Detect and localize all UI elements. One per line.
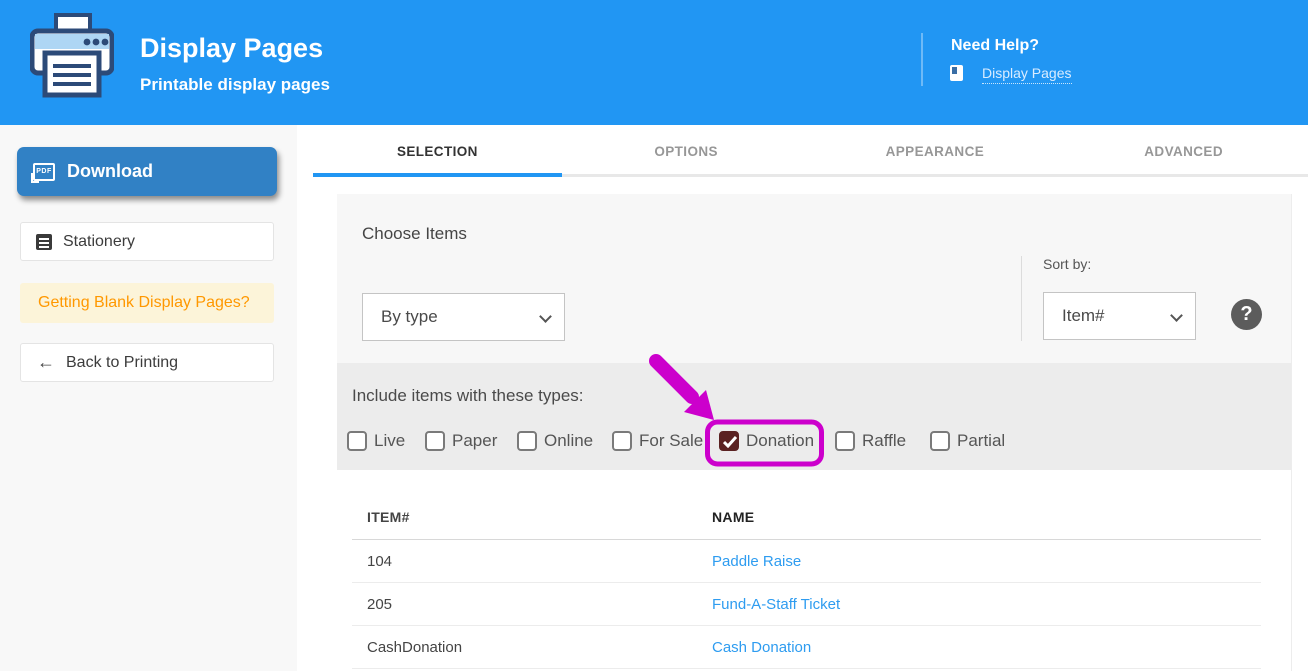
checkbox-online[interactable]: Online <box>517 431 593 451</box>
tab-options[interactable]: OPTIONS <box>562 125 811 177</box>
main-content: SELECTION OPTIONS APPEARANCE ADVANCED Ch… <box>297 125 1308 671</box>
download-button[interactable]: PDF Download <box>17 147 277 196</box>
checkbox-icon <box>517 431 537 451</box>
sort-divider <box>1021 256 1022 341</box>
help-icon[interactable]: ? <box>1231 299 1262 330</box>
column-header-item: ITEM# <box>352 509 712 525</box>
item-number: 205 <box>352 596 712 613</box>
checkbox-label: Live <box>374 431 405 451</box>
checkbox-partial[interactable]: Partial <box>930 431 1005 451</box>
sort-by-value: Item# <box>1062 306 1105 326</box>
tab-appearance[interactable]: APPEARANCE <box>811 125 1060 177</box>
item-name-link[interactable]: Cash Donation <box>712 639 811 656</box>
checkbox-icon <box>425 431 445 451</box>
stationery-button[interactable]: Stationery <box>20 222 274 261</box>
group-by-select[interactable]: By type <box>362 293 565 341</box>
book-icon <box>950 65 963 81</box>
sort-by-label: Sort by: <box>1043 256 1091 272</box>
header-divider <box>921 33 923 86</box>
checkbox-label: Online <box>544 431 593 451</box>
items-table: ITEM# NAME 104 Paddle Raise 205 Fund-A-S… <box>352 470 1261 669</box>
checkbox-label: For Sale <box>639 431 703 451</box>
page-title: Display Pages <box>140 33 323 64</box>
selection-panel: Choose Items By type Sort by: Item# ? In… <box>337 194 1292 671</box>
checkbox-label: Donation <box>746 431 814 451</box>
tab-selection[interactable]: SELECTION <box>313 125 562 177</box>
choose-items-section: Choose Items By type Sort by: Item# ? <box>337 194 1291 363</box>
sort-by-select[interactable]: Item# <box>1043 292 1196 340</box>
back-to-printing-button[interactable]: ← Back to Printing <box>20 343 274 382</box>
group-by-value: By type <box>381 307 438 327</box>
items-table-section: ITEM# NAME 104 Paddle Raise 205 Fund-A-S… <box>337 470 1291 669</box>
item-number: 104 <box>352 553 712 570</box>
sidebar: PDF Download Stationery Getting Blank Di… <box>0 125 297 671</box>
help-display-pages-link[interactable]: Display Pages <box>982 65 1072 84</box>
checkbox-label: Partial <box>957 431 1005 451</box>
blank-pages-link[interactable]: Getting Blank Display Pages? <box>20 283 274 323</box>
table-row: 104 Paddle Raise <box>352 540 1261 583</box>
tab-bar: SELECTION OPTIONS APPEARANCE ADVANCED <box>297 125 1308 177</box>
checkbox-icon <box>930 431 950 451</box>
chevron-down-icon <box>1170 309 1183 322</box>
tab-advanced[interactable]: ADVANCED <box>1059 125 1308 177</box>
choose-items-heading: Choose Items <box>362 224 467 244</box>
checkbox-live[interactable]: Live <box>347 431 405 451</box>
active-tab-underline <box>313 173 562 177</box>
stationery-icon <box>36 234 52 250</box>
checkbox-icon <box>835 431 855 451</box>
chevron-down-icon <box>539 310 552 323</box>
table-row: CashDonation Cash Donation <box>352 626 1261 669</box>
need-help-heading: Need Help? <box>951 37 1039 55</box>
checkbox-label: Paper <box>452 431 497 451</box>
table-row: 205 Fund-A-Staff Ticket <box>352 583 1261 626</box>
back-arrow-icon: ← <box>37 352 55 373</box>
download-label: Download <box>67 161 153 182</box>
page-subtitle: Printable display pages <box>140 75 330 95</box>
checkbox-donation[interactable]: Donation <box>719 431 814 451</box>
stationery-label: Stationery <box>63 233 135 251</box>
checkbox-paper[interactable]: Paper <box>425 431 497 451</box>
checkbox-label: Raffle <box>862 431 906 451</box>
types-label: Include items with these types: <box>352 386 584 406</box>
display-pages-app: Display Pages Printable display pages Ne… <box>0 0 1308 671</box>
back-label: Back to Printing <box>66 354 178 372</box>
printer-icon <box>30 13 114 104</box>
checkbox-for-sale[interactable]: For Sale <box>612 431 703 451</box>
item-types-section: Include items with these types: Live Pap… <box>337 363 1291 470</box>
table-header-row: ITEM# NAME <box>352 498 1261 540</box>
checkbox-icon <box>719 431 739 451</box>
app-header: Display Pages Printable display pages Ne… <box>0 0 1308 125</box>
tab-underline <box>562 174 1308 177</box>
checkbox-raffle[interactable]: Raffle <box>835 431 906 451</box>
item-name-link[interactable]: Fund-A-Staff Ticket <box>712 596 840 613</box>
item-number: CashDonation <box>352 639 712 656</box>
item-name-link[interactable]: Paddle Raise <box>712 553 801 570</box>
checkbox-icon <box>612 431 632 451</box>
pdf-icon: PDF <box>33 163 55 181</box>
checkbox-icon <box>347 431 367 451</box>
column-header-name: NAME <box>712 509 754 525</box>
